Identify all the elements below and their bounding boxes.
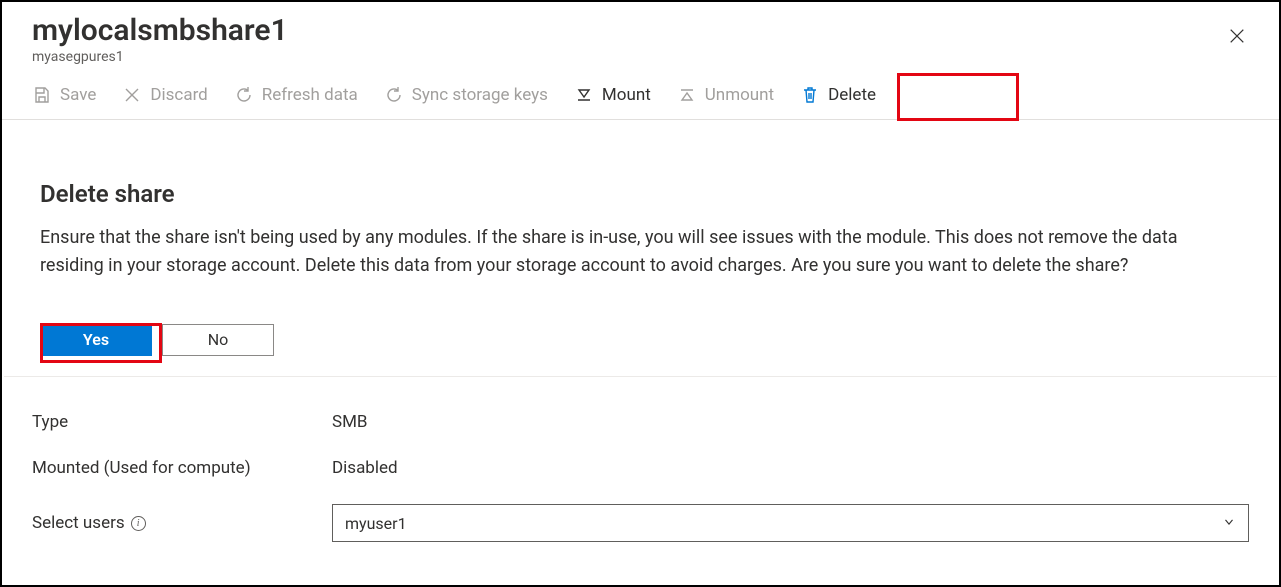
mount-label: Mount <box>602 85 651 105</box>
unmount-button: Unmount <box>677 85 774 105</box>
refresh-label: Refresh data <box>262 85 358 105</box>
refresh-button: Refresh data <box>234 85 358 105</box>
mount-button[interactable]: Mount <box>574 85 651 105</box>
sync-label: Sync storage keys <box>412 85 548 105</box>
dialog-title: Delete share <box>40 180 1241 208</box>
close-button[interactable] <box>1225 26 1249 50</box>
delete-button[interactable]: Delete <box>800 85 876 105</box>
save-button: Save <box>32 85 96 105</box>
type-label: Type <box>32 412 332 432</box>
save-label: Save <box>60 85 96 105</box>
delete-share-dialog: Delete share Ensure that the share isn't… <box>4 156 1277 377</box>
dialog-actions: Yes No <box>40 324 1241 356</box>
discard-label: Discard <box>150 85 207 105</box>
discard-icon <box>122 85 142 105</box>
mount-icon <box>574 85 594 105</box>
type-value: SMB <box>332 412 368 432</box>
delete-icon <box>800 85 820 105</box>
users-label: Select users i <box>32 513 332 533</box>
annotation-box-delete <box>897 73 1019 121</box>
users-select-value: myuser1 <box>345 514 407 533</box>
page-title: mylocalsmbshare1 <box>32 14 1249 47</box>
sync-icon <box>384 85 404 105</box>
delete-label: Delete <box>828 85 876 105</box>
mounted-value: Disabled <box>332 458 398 478</box>
yes-button[interactable]: Yes <box>40 324 152 356</box>
no-button[interactable]: No <box>162 324 274 356</box>
page-header: mylocalsmbshare1 myasegpures1 <box>2 2 1279 67</box>
sync-button: Sync storage keys <box>384 85 548 105</box>
close-icon <box>1228 27 1246 49</box>
dialog-text: Ensure that the share isn't being used b… <box>40 224 1220 280</box>
page-subtitle: myasegpures1 <box>32 49 1249 65</box>
unmount-label: Unmount <box>705 85 774 105</box>
share-details: Type SMB Mounted (Used for compute) Disa… <box>2 402 1279 562</box>
mounted-label: Mounted (Used for compute) <box>32 458 332 478</box>
save-icon <box>32 85 52 105</box>
discard-button: Discard <box>122 85 207 105</box>
info-icon[interactable]: i <box>131 516 146 531</box>
field-mounted: Mounted (Used for compute) Disabled <box>32 458 1249 478</box>
field-type: Type SMB <box>32 412 1249 432</box>
users-select[interactable]: myuser1 <box>332 504 1249 542</box>
unmount-icon <box>677 85 697 105</box>
field-users: Select users i myuser1 <box>32 504 1249 542</box>
chevron-down-icon <box>1222 514 1236 533</box>
toolbar: Save Discard Refresh data Sync storage k… <box>2 67 1279 120</box>
refresh-icon <box>234 85 254 105</box>
